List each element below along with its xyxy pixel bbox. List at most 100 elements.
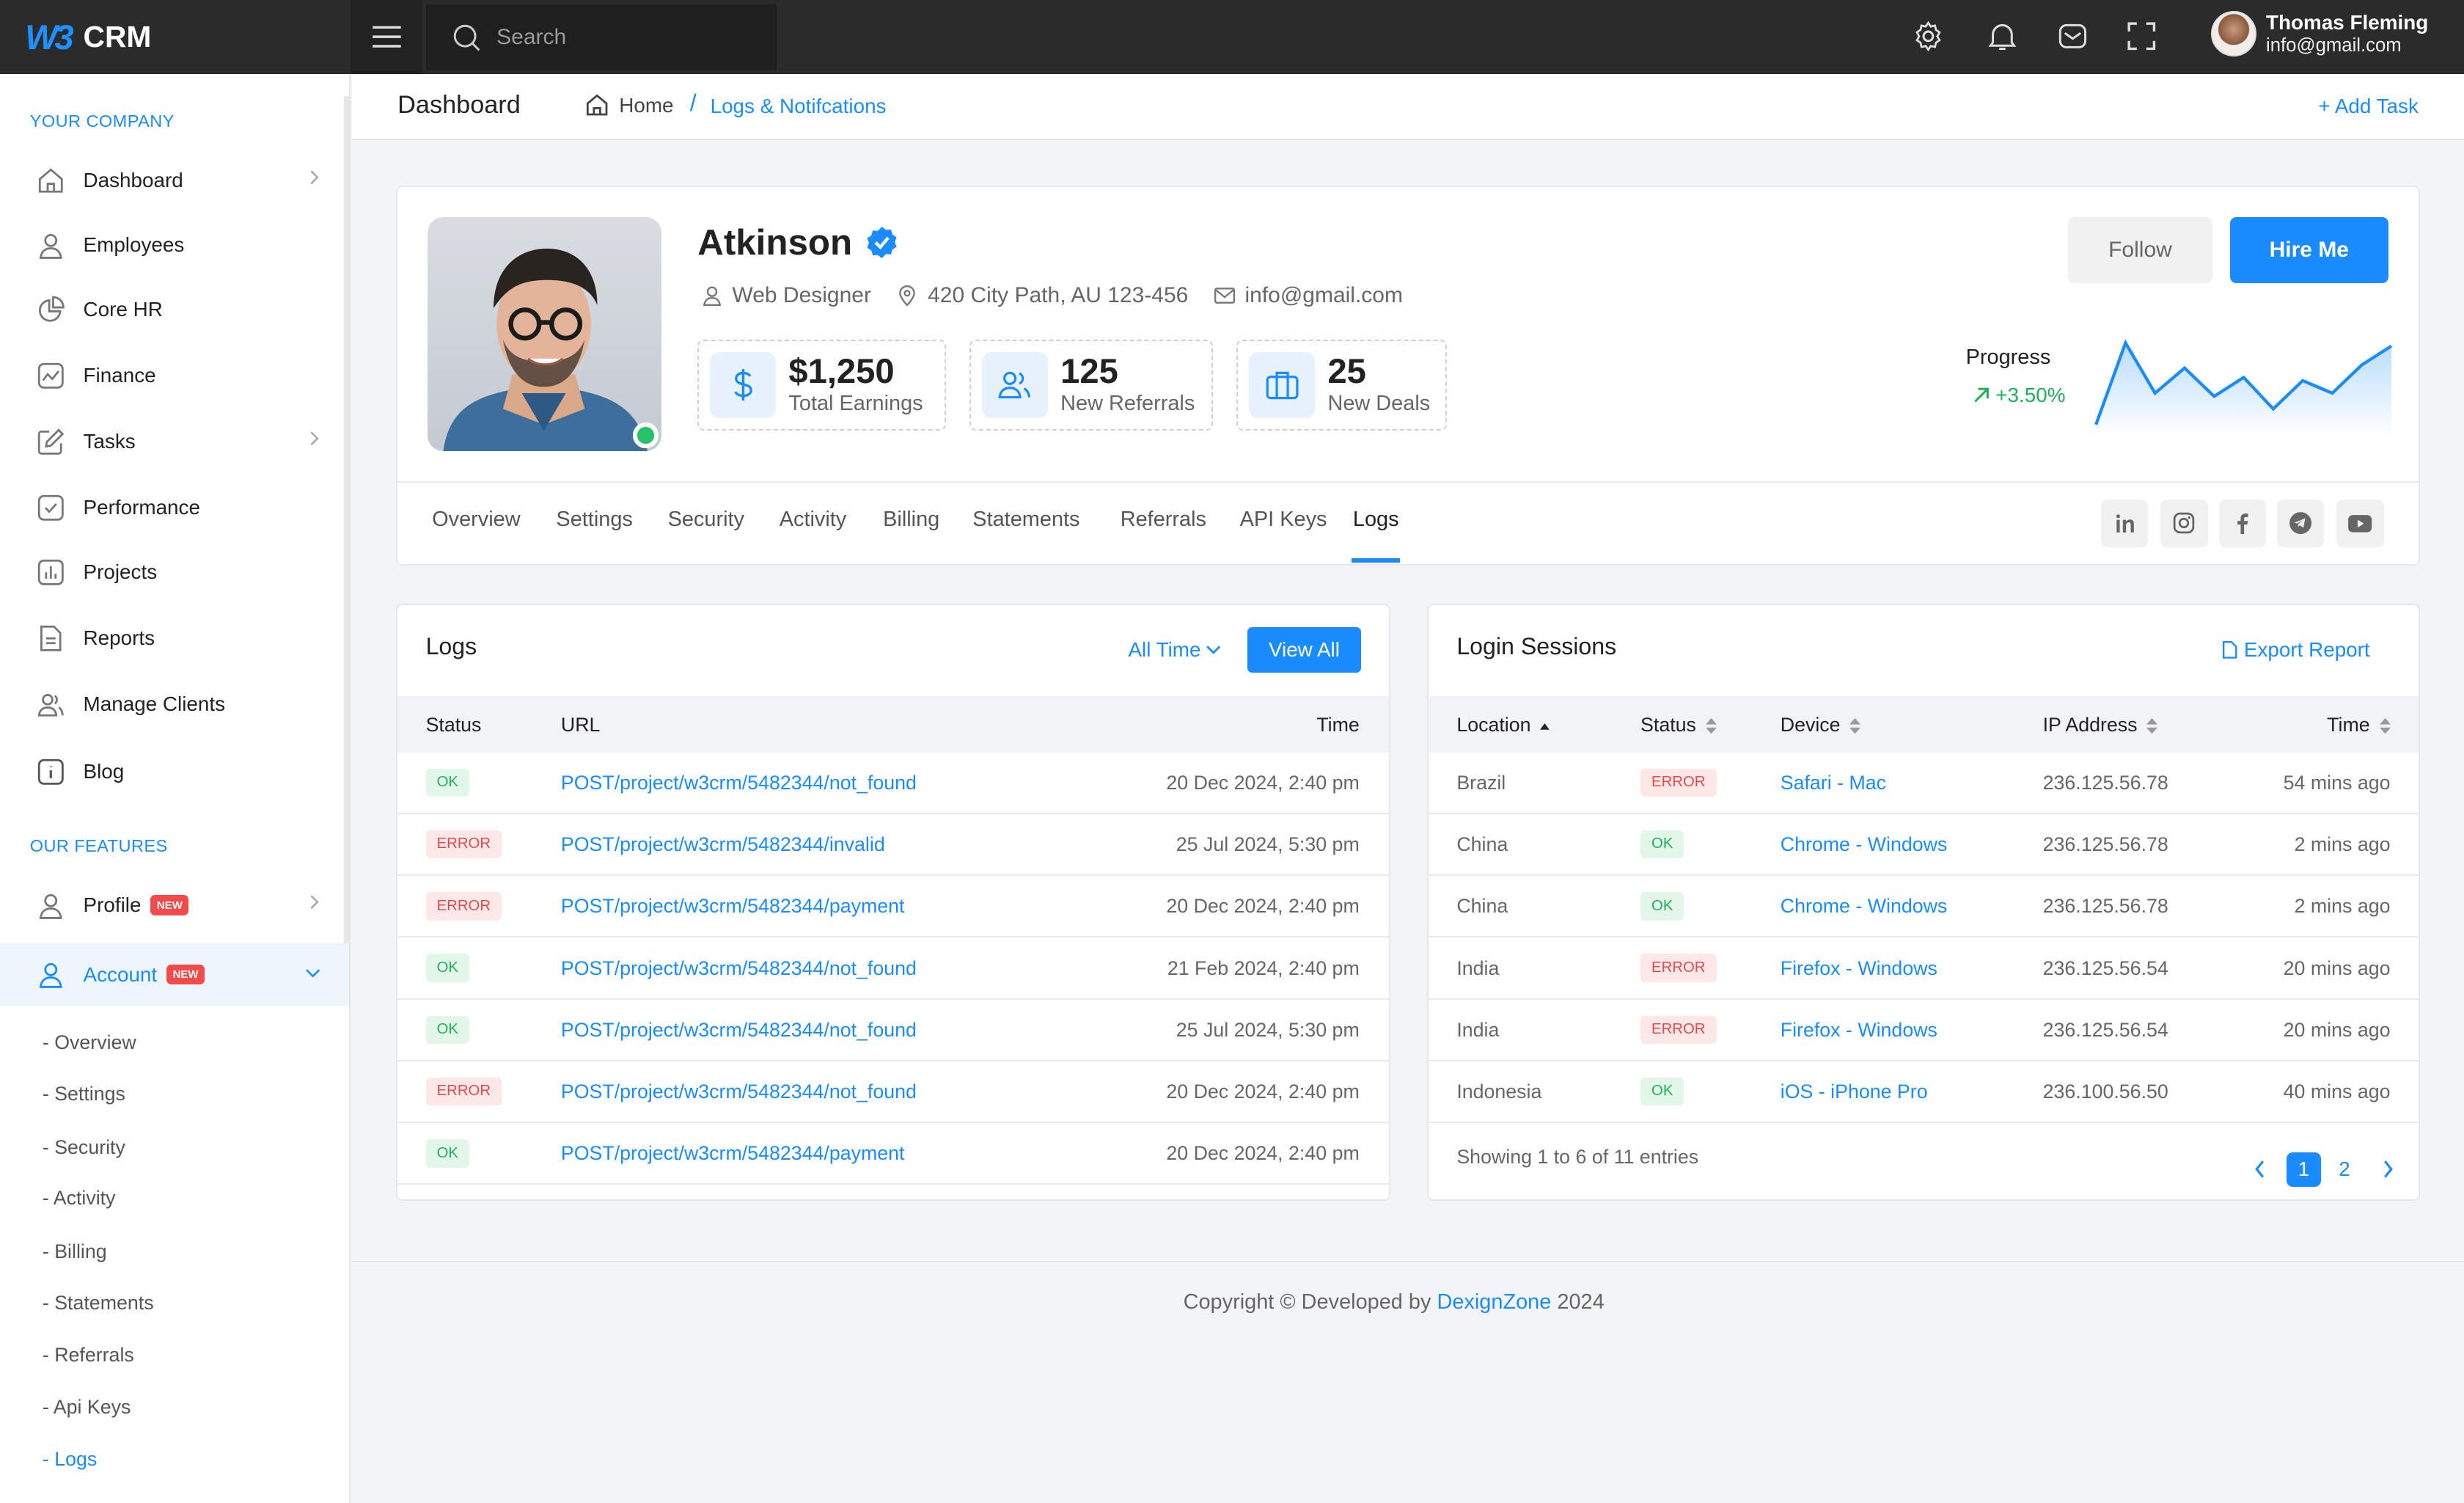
- tab-statements[interactable]: Statements: [972, 508, 1079, 532]
- sort-icon: [2379, 717, 2391, 734]
- col-status[interactable]: Status: [426, 714, 482, 736]
- facebook-icon[interactable]: [2218, 500, 2266, 547]
- session-device-link[interactable]: Chrome - Windows: [1781, 833, 1948, 856]
- status-badge: OK: [425, 954, 469, 982]
- chevron-down-icon: [1206, 646, 1221, 655]
- col-device[interactable]: Device: [1781, 714, 1861, 736]
- youtube-icon[interactable]: [2336, 500, 2384, 547]
- sidebar-item-dashboard[interactable]: Dashboard: [0, 153, 349, 209]
- sidebar-item-finance[interactable]: Finance: [0, 348, 349, 404]
- sidebar-subitem-logs[interactable]: - Logs: [43, 1448, 97, 1471]
- logs-card: Logs All Time View All Status URL Time O…: [396, 603, 1391, 1202]
- log-url-link[interactable]: POST/project/w3crm/5482344/not_found: [561, 1019, 917, 1042]
- breadcrumb-home[interactable]: Home: [584, 92, 674, 117]
- profile-email[interactable]: info@gmail.com: [1214, 283, 1403, 308]
- export-report-link[interactable]: Export Report: [2222, 638, 2370, 662]
- sidebar-item-tasks[interactable]: Tasks: [0, 414, 349, 470]
- col-url[interactable]: URL: [561, 714, 601, 736]
- tab-security[interactable]: Security: [668, 508, 744, 532]
- pagination-page-2[interactable]: 2: [2327, 1152, 2361, 1187]
- add-task-link[interactable]: + Add Task: [2318, 95, 2419, 118]
- log-url-link[interactable]: POST/project/w3crm/5482344/payment: [561, 1142, 905, 1165]
- fullscreen-icon[interactable]: [2124, 19, 2159, 54]
- log-url-link[interactable]: POST/project/w3crm/5482344/payment: [561, 895, 905, 918]
- mail-icon[interactable]: [2056, 19, 2090, 54]
- search-bar[interactable]: [425, 4, 777, 71]
- breadcrumb-current[interactable]: Logs & Notifcations: [711, 95, 887, 118]
- pagination-page-1[interactable]: 1: [2286, 1152, 2321, 1187]
- brand-logo: W3: [25, 17, 73, 56]
- sidebar-item-manage-clients[interactable]: Manage Clients: [0, 676, 349, 732]
- col-location[interactable]: Location: [1456, 714, 1550, 736]
- col-time[interactable]: Time: [2327, 714, 2391, 736]
- new-badge: NEW: [166, 964, 205, 985]
- tab-logs[interactable]: Logs: [1353, 508, 1399, 532]
- status-badge: ERROR: [1640, 954, 1717, 982]
- settings-gear-icon[interactable]: [1911, 19, 1946, 54]
- table-row: Indonesia OK iOS - iPhone Pro 236.100.56.50…: [1428, 1061, 2419, 1123]
- instagram-icon[interactable]: [2160, 500, 2208, 547]
- sidebar-subitem-overview[interactable]: - Overview: [43, 1031, 136, 1054]
- tab-settings[interactable]: Settings: [556, 508, 632, 532]
- sidebar-item-label: Projects: [83, 560, 158, 583]
- sidebar-item-profile[interactable]: Profile NEW: [0, 877, 349, 934]
- profile-role: Web Designer: [701, 283, 871, 308]
- log-url-link[interactable]: POST/project/w3crm/5482344/not_found: [561, 957, 917, 980]
- log-url-link[interactable]: POST/project/w3crm/5482344/not_found: [561, 1080, 917, 1103]
- sidebar-item-account[interactable]: Account NEW: [0, 943, 349, 1006]
- sidebar-item-employees[interactable]: Employees: [0, 217, 349, 274]
- users-icon: [982, 351, 1049, 418]
- log-url-link[interactable]: POST/project/w3crm/5482344/invalid: [561, 833, 885, 856]
- view-all-button[interactable]: View All: [1247, 626, 1361, 673]
- session-time: 2 mins ago: [2294, 895, 2391, 918]
- sidebar: YOUR COMPANY Dashboard Employees Core HR…: [0, 73, 351, 1503]
- logs-title: Logs: [425, 633, 477, 660]
- col-time[interactable]: Time: [1316, 714, 1359, 736]
- sidebar-item-reports[interactable]: Reports: [0, 610, 349, 666]
- sidebar-subitem-api-keys[interactable]: - Api Keys: [43, 1396, 131, 1419]
- sidebar-item-performance[interactable]: Performance: [0, 480, 349, 536]
- table-row: ERROR POST/project/w3crm/5482344/not_foun…: [397, 1061, 1390, 1123]
- session-device-link[interactable]: Firefox - Windows: [1781, 1019, 1937, 1042]
- linkedin-icon[interactable]: [2100, 500, 2149, 547]
- session-device-link[interactable]: Chrome - Windows: [1781, 895, 1948, 918]
- search-input[interactable]: [496, 25, 733, 51]
- sidebar-item-blog[interactable]: Blog: [0, 744, 349, 800]
- sidebar-section-company: YOUR COMPANY: [29, 111, 175, 131]
- briefcase-icon: [1249, 351, 1316, 418]
- hire-me-button[interactable]: Hire Me: [2229, 216, 2389, 283]
- log-url-link[interactable]: POST/project/w3crm/5482344/not_found: [561, 772, 917, 794]
- col-ip-address[interactable]: IP Address: [2043, 714, 2158, 736]
- tab-api-keys[interactable]: API Keys: [1240, 508, 1327, 532]
- col-status[interactable]: Status: [1640, 714, 1717, 736]
- sidebar-subitem-security[interactable]: - Security: [43, 1136, 125, 1159]
- tab-billing[interactable]: Billing: [883, 508, 939, 532]
- session-device-link[interactable]: Firefox - Windows: [1781, 957, 1937, 980]
- bell-icon[interactable]: [1984, 19, 2019, 54]
- brand[interactable]: W3 CRM: [0, 0, 351, 74]
- sidebar-subitem-statements[interactable]: - Statements: [43, 1292, 154, 1314]
- sidebar-item-projects[interactable]: Projects: [0, 544, 349, 600]
- footer-brand-link[interactable]: DexignZone: [1437, 1290, 1551, 1314]
- tab-activity[interactable]: Activity: [780, 508, 847, 532]
- sidebar-item-label: Reports: [83, 626, 155, 649]
- tab-referrals[interactable]: Referrals: [1121, 508, 1206, 532]
- sidebar-subitem-billing[interactable]: - Billing: [43, 1240, 107, 1263]
- pagination-next-button[interactable]: [2371, 1152, 2405, 1187]
- follow-button[interactable]: Follow: [2067, 216, 2213, 283]
- user-menu[interactable]: Thomas Fleming info@gmail.com: [2211, 11, 2428, 57]
- time-filter-dropdown[interactable]: All Time: [1128, 638, 1221, 662]
- session-device-link[interactable]: iOS - iPhone Pro: [1781, 1080, 1928, 1103]
- logs-table-header: Status URL Time: [397, 696, 1390, 753]
- telegram-icon[interactable]: [2276, 500, 2325, 547]
- sidebar-subitem-activity[interactable]: - Activity: [43, 1187, 116, 1210]
- sidebar-subitem-referrals[interactable]: - Referrals: [43, 1344, 134, 1367]
- sidebar-item-label: Profile: [83, 893, 142, 917]
- menu-toggle-button[interactable]: [350, 0, 423, 74]
- session-device-link[interactable]: Safari - Mac: [1781, 772, 1886, 794]
- pagination-prev-button[interactable]: [2243, 1152, 2277, 1187]
- sidebar-item-core-hr[interactable]: Core HR: [0, 282, 349, 338]
- sidebar-subitem-settings[interactable]: - Settings: [43, 1083, 125, 1105]
- log-time: 21 Feb 2024, 2:40 pm: [1167, 957, 1360, 979]
- tab-overview[interactable]: Overview: [432, 508, 520, 532]
